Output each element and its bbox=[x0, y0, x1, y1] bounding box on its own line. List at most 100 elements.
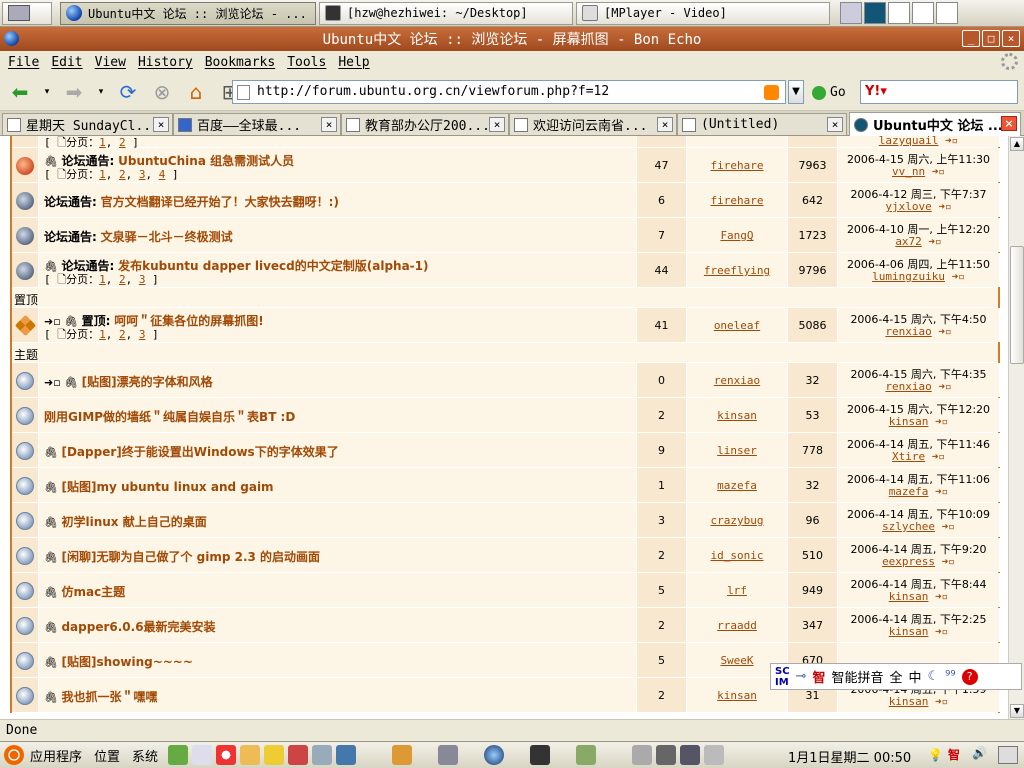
scroll-up-arrow-icon[interactable]: ▲ bbox=[1010, 137, 1024, 151]
close-tab-icon[interactable]: × bbox=[489, 117, 505, 132]
menu-tools[interactable]: Tools bbox=[287, 55, 326, 70]
help-icon[interactable]: ? bbox=[961, 668, 978, 685]
office-icon[interactable] bbox=[288, 745, 309, 765]
forward-dropdown[interactable]: ▾ bbox=[94, 78, 108, 106]
page-link[interactable]: 1 bbox=[99, 273, 106, 286]
author-link[interactable]: rraadd bbox=[687, 619, 787, 632]
home-button[interactable]: ⌂ bbox=[182, 78, 210, 106]
author-link[interactable]: kinsan bbox=[687, 689, 787, 702]
topic-title-link[interactable]: 我也抓一张＂嘿嘿 bbox=[61, 690, 157, 704]
maximize-button[interactable]: □ bbox=[982, 30, 1000, 47]
minimize-button[interactable]: _ bbox=[962, 30, 980, 47]
last-post-user[interactable]: kinsan ➜▫ bbox=[838, 590, 999, 603]
tab-moe[interactable]: 教育部办公厅200... × bbox=[341, 113, 509, 135]
display-icon[interactable] bbox=[656, 745, 677, 765]
goto-last-post-icon[interactable]: ➜▫ bbox=[922, 235, 941, 248]
author-link[interactable]: freeflying bbox=[687, 264, 787, 277]
show-desktop-button[interactable] bbox=[2, 1, 52, 25]
trash-icon[interactable] bbox=[840, 2, 862, 24]
close-tab-icon[interactable]: × bbox=[153, 117, 169, 132]
ime-language[interactable]: 中 bbox=[909, 667, 922, 686]
last-post-user[interactable]: renxiao ➜▫ bbox=[838, 325, 999, 338]
media-icon[interactable] bbox=[576, 745, 597, 765]
reload-button[interactable]: ⟳ bbox=[114, 78, 142, 106]
rss-feed-icon[interactable] bbox=[764, 85, 779, 100]
page-link[interactable]: 2 bbox=[119, 328, 126, 341]
back-button[interactable]: ⬅ bbox=[6, 78, 34, 106]
page-link[interactable]: 2 bbox=[119, 168, 126, 181]
last-post-user[interactable]: Xtire ➜▫ bbox=[838, 450, 999, 463]
last-post-user[interactable]: kinsan ➜▫ bbox=[838, 625, 999, 638]
quote-icon[interactable]: ⁹⁹ bbox=[945, 669, 955, 684]
goto-last-post-icon[interactable]: ➜▫ bbox=[932, 325, 951, 338]
page-link[interactable]: 2 bbox=[119, 273, 126, 286]
goto-last-post-icon[interactable]: ➜▫ bbox=[925, 165, 945, 178]
bulb-icon[interactable]: 💡 bbox=[928, 748, 943, 762]
page-link[interactable]: 1 bbox=[99, 328, 106, 341]
page-link[interactable]: 1 bbox=[99, 168, 106, 181]
author-link[interactable]: id_sonic bbox=[687, 549, 787, 562]
workspace-switcher[interactable] bbox=[838, 2, 958, 24]
close-tab-icon[interactable]: × bbox=[1001, 116, 1017, 131]
goto-last-post-icon[interactable]: ➜▫ bbox=[935, 555, 955, 568]
goto-last-post-icon[interactable]: ➜▫ bbox=[928, 590, 948, 603]
moon-icon[interactable]: ☾ bbox=[928, 669, 940, 684]
go-button[interactable]: Go bbox=[812, 85, 846, 100]
workspace-2[interactable] bbox=[888, 2, 910, 24]
clock[interactable]: 1月1日星期二 00:50 bbox=[788, 747, 911, 766]
page-link[interactable]: 3 bbox=[139, 328, 146, 341]
tab-sunday[interactable]: 星期天 SundayCl... × bbox=[2, 113, 173, 135]
goto-last-post-icon[interactable]: ➜▫ bbox=[945, 270, 965, 283]
launcher-icon[interactable] bbox=[168, 745, 189, 765]
vertical-scrollbar[interactable]: ▲ ▼ bbox=[1008, 136, 1024, 719]
yahoo-search-engine-icon[interactable]: Y!▾ bbox=[865, 84, 887, 99]
ime-fullwidth[interactable]: 全 bbox=[889, 667, 902, 686]
stop-button[interactable]: ⊗ bbox=[148, 78, 176, 106]
lock-icon[interactable] bbox=[704, 745, 725, 765]
page-link[interactable]: 4 bbox=[159, 168, 166, 181]
show-desktop-icon[interactable] bbox=[998, 746, 1018, 764]
last-post-user[interactable]: eexpress ➜▫ bbox=[838, 555, 999, 568]
topic-title-link[interactable]: [贴图]showing~~~~ bbox=[61, 655, 192, 669]
ime-tray-icon[interactable]: 智 bbox=[948, 746, 960, 763]
goto-last-post-icon[interactable]: ➜▫ bbox=[928, 415, 948, 428]
author-link[interactable]: renxiao bbox=[687, 374, 787, 387]
goto-last-post-icon[interactable]: ➜▫ bbox=[928, 485, 948, 498]
applications-menu[interactable]: 应用程序 bbox=[30, 746, 82, 765]
topic-title-link[interactable]: [贴图]漂亮的字体和风格 bbox=[82, 375, 213, 389]
taskbar-window-mplayer[interactable]: [MPlayer - Video] bbox=[576, 1, 830, 25]
taskbar-window-terminal[interactable]: [hzw@hezhiwei: ~/Desktop] bbox=[319, 1, 573, 25]
topic-title-link[interactable]: [闲聊]无聊为自己做了个 gimp 2.3 的启动画面 bbox=[61, 550, 320, 564]
close-tab-icon[interactable]: × bbox=[657, 117, 673, 132]
scroll-down-arrow-icon[interactable]: ▼ bbox=[1010, 704, 1024, 718]
author-link[interactable]: kinsan bbox=[687, 409, 787, 422]
back-dropdown[interactable]: ▾ bbox=[40, 78, 54, 106]
topic-title-link[interactable]: [Dapper]终于能设置出Windows下的字体效果了 bbox=[61, 445, 338, 459]
ubuntu-logo-icon[interactable] bbox=[4, 745, 24, 765]
tools-icon[interactable] bbox=[438, 745, 459, 765]
notes-icon[interactable] bbox=[264, 745, 285, 765]
topic-title-link[interactable]: [贴图]my ubuntu linux and gaim bbox=[61, 480, 273, 494]
topic-title-link[interactable]: 初学linux 献上自己的桌面 bbox=[61, 515, 206, 529]
topic-title-link[interactable]: dapper6.0.6最新完美安装 bbox=[61, 620, 215, 634]
tab-baidu[interactable]: 百度——全球最... × bbox=[173, 113, 341, 135]
topic-title-link[interactable]: 官方文档翻译已经开始了！大家快去翻呀！:) bbox=[101, 195, 339, 209]
topic-title-link[interactable]: 发布kubuntu dapper livecd的中文定制版(alpha-1) bbox=[118, 259, 428, 273]
chat-icon[interactable] bbox=[312, 745, 333, 765]
menu-file[interactable]: File bbox=[8, 55, 39, 70]
terminal-launcher-icon[interactable] bbox=[530, 745, 551, 765]
author-link[interactable]: oneleaf bbox=[687, 319, 787, 332]
topic-title-link[interactable]: 刚用GIMP做的墙纸＂纯属自娱自乐＂表BT :D bbox=[44, 410, 295, 424]
goto-last-post-icon[interactable]: ➜▫ bbox=[928, 695, 948, 708]
last-post-user[interactable]: lumingzuiku ➜▫ bbox=[838, 270, 999, 283]
network-icon[interactable] bbox=[336, 745, 357, 765]
url-history-dropdown[interactable]: ▼ bbox=[788, 80, 804, 104]
page-link[interactable]: 3 bbox=[139, 273, 146, 286]
input-method-bar[interactable]: SC IM ⊸ 智 智能拼音 全 中 ☾ ⁹⁹ ? bbox=[770, 663, 1022, 690]
last-post-user[interactable]: renxiao ➜▫ bbox=[838, 380, 999, 393]
pin-icon[interactable]: ⊸ bbox=[796, 669, 807, 684]
logout-icon[interactable] bbox=[680, 745, 701, 765]
tab-ubuntu-forum[interactable]: Ubuntu中文 论坛 ... × bbox=[849, 112, 1021, 136]
folder-icon[interactable] bbox=[392, 745, 413, 765]
menu-history[interactable]: History bbox=[138, 55, 193, 70]
